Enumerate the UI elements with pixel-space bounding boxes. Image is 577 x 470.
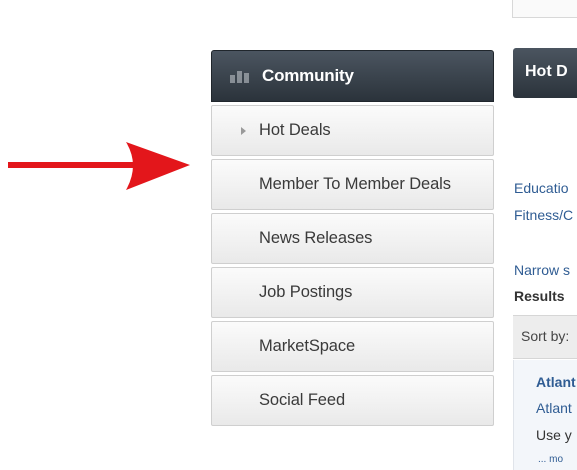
main-content-fragment: Hot D Educatio Fitness/C Narrow s Result… <box>513 0 577 470</box>
menu-item-label: Social Feed <box>259 391 346 409</box>
sort-bar: Sort by: <box>513 315 577 359</box>
menu-header-label: Community <box>262 66 354 85</box>
narrow-search-link[interactable]: Narrow s <box>514 262 570 278</box>
result-card: Atlant Atlant Use y ... mo <box>513 360 577 470</box>
menu-item-member-to-member-deals[interactable]: Member To Member Deals <box>211 159 494 210</box>
result-subtitle-link[interactable]: Atlant <box>536 400 572 416</box>
category-link-fitness[interactable]: Fitness/C <box>514 207 573 223</box>
result-more-link[interactable]: ... mo <box>538 454 563 465</box>
menu-item-marketspace[interactable]: MarketSpace <box>211 321 494 372</box>
result-description: Use y <box>536 427 572 443</box>
hot-deals-header-button[interactable]: Hot D <box>513 48 577 98</box>
menu-item-news-releases[interactable]: News Releases <box>211 213 494 264</box>
menu-header-community[interactable]: Community <box>211 50 494 102</box>
menu-item-label: Hot Deals <box>259 121 331 139</box>
menu-item-social-feed[interactable]: Social Feed <box>211 375 494 426</box>
menu-item-label: MarketSpace <box>259 337 356 355</box>
menu-item-label: Job Postings <box>259 283 353 301</box>
menu-item-job-postings[interactable]: Job Postings <box>211 267 494 318</box>
results-label: Results <box>514 288 565 304</box>
menu-item-label: Member To Member Deals <box>259 175 451 193</box>
result-title-link[interactable]: Atlant <box>536 374 576 390</box>
community-icon <box>230 69 252 83</box>
menu-item-hot-deals[interactable]: Hot Deals <box>211 105 494 156</box>
sort-label: Sort by: <box>521 328 570 344</box>
red-arrow-icon <box>8 142 190 190</box>
menu-item-label: News Releases <box>259 229 373 247</box>
category-link-education[interactable]: Educatio <box>514 180 568 196</box>
caret-right-icon <box>241 127 246 135</box>
community-sidebar-menu: Community Hot Deals Member To Member Dea… <box>211 50 494 426</box>
